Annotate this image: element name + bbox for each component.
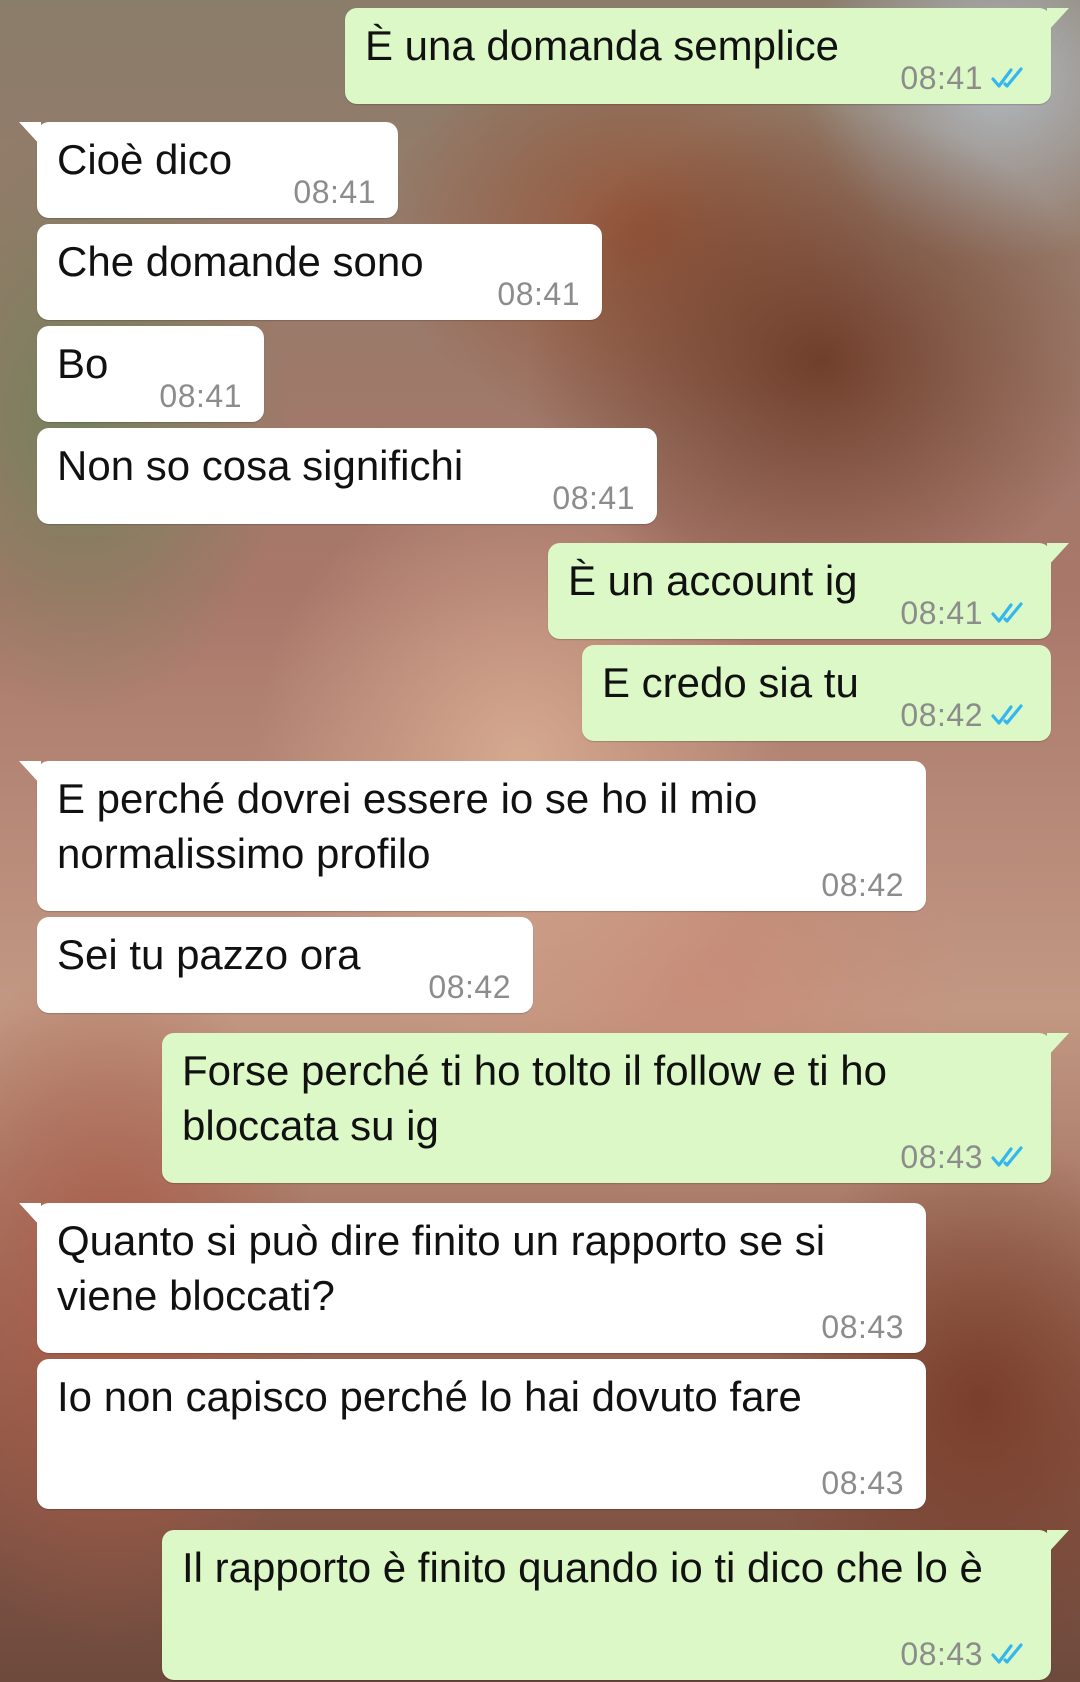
message-time: 08:41 bbox=[900, 59, 983, 96]
message-time: 08:43 bbox=[821, 1308, 904, 1345]
double-check-icon bbox=[991, 1643, 1023, 1664]
message-text: Bo bbox=[57, 340, 109, 387]
message-outgoing[interactable]: È una domanda semplice 08:41 bbox=[345, 8, 1069, 104]
message-incoming[interactable]: Io non capisco perché lo hai dovuto fare… bbox=[37, 1359, 926, 1509]
double-check-icon bbox=[991, 602, 1023, 623]
message-text: Quanto si può dire finito un rapporto se… bbox=[57, 1217, 826, 1319]
message-incoming[interactable]: Cioè dico 08:41 bbox=[19, 122, 398, 218]
message-text: Cioè dico bbox=[57, 136, 233, 183]
message-text: Sei tu pazzo ora bbox=[57, 931, 361, 978]
message-time: 08:43 bbox=[900, 1635, 983, 1672]
message-time: 08:41 bbox=[293, 173, 376, 210]
message-time: 08:41 bbox=[159, 377, 242, 414]
message-time: 08:41 bbox=[900, 594, 983, 631]
message-text: Che domande sono bbox=[57, 238, 424, 285]
message-text: È una domanda semplice bbox=[365, 22, 839, 69]
message-outgoing[interactable]: Forse perché ti ho tolto il follow e ti … bbox=[162, 1033, 1069, 1183]
message-outgoing[interactable]: E credo sia tu 08:42 bbox=[582, 645, 1051, 741]
message-time: 08:43 bbox=[900, 1138, 983, 1175]
message-text: È un account ig bbox=[568, 557, 858, 604]
message-incoming[interactable]: Non so cosa significhi 08:41 bbox=[37, 428, 657, 524]
message-time: 08:41 bbox=[497, 275, 580, 312]
message-outgoing[interactable]: È un account ig 08:41 bbox=[548, 543, 1069, 639]
message-incoming[interactable]: Sei tu pazzo ora 08:42 bbox=[37, 917, 533, 1013]
message-incoming[interactable]: Che domande sono 08:41 bbox=[37, 224, 602, 320]
message-text: Forse perché ti ho tolto il follow e ti … bbox=[182, 1047, 888, 1149]
message-text: Non so cosa significhi bbox=[57, 442, 464, 489]
message-text: E credo sia tu bbox=[602, 659, 859, 706]
message-text: Io non capisco perché lo hai dovuto fare bbox=[57, 1373, 802, 1420]
message-time: 08:42 bbox=[900, 696, 983, 733]
double-check-icon bbox=[991, 704, 1023, 725]
message-time: 08:42 bbox=[428, 968, 511, 1005]
message-incoming[interactable]: Bo 08:41 bbox=[37, 326, 264, 422]
message-text: E perché dovrei essere io se ho il mio n… bbox=[57, 775, 758, 877]
message-outgoing[interactable]: Il rapporto è finito quando io ti dico c… bbox=[162, 1530, 1069, 1680]
message-incoming[interactable]: E perché dovrei essere io se ho il mio n… bbox=[19, 761, 926, 911]
double-check-icon bbox=[991, 67, 1023, 88]
message-text: Il rapporto è finito quando io ti dico c… bbox=[182, 1544, 983, 1591]
message-time: 08:43 bbox=[821, 1464, 904, 1501]
double-check-icon bbox=[991, 1146, 1023, 1167]
message-time: 08:42 bbox=[821, 866, 904, 903]
message-time: 08:41 bbox=[552, 479, 635, 516]
message-incoming[interactable]: Quanto si può dire finito un rapporto se… bbox=[19, 1203, 926, 1353]
